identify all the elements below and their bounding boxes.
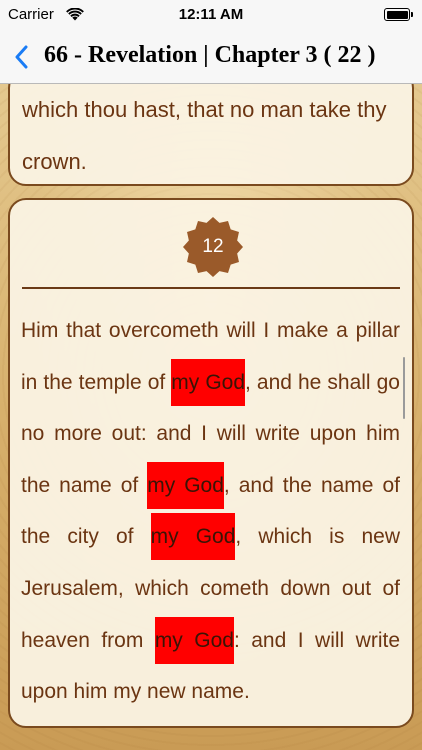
back-button[interactable] bbox=[6, 40, 36, 74]
verse-card-current[interactable]: 12 Him that overcometh will I make a pil… bbox=[8, 198, 414, 728]
clock: 12:11 AM bbox=[178, 6, 244, 23]
highlighted-phrase: my God bbox=[147, 461, 224, 509]
page-title: 66 - Revelation | Chapter 3 ( 22 ) bbox=[44, 42, 376, 68]
previous-verse-text: which thou hast, that no man take thy cr… bbox=[22, 84, 398, 184]
previous-verse-line: which thou hast, that no man take thy bbox=[22, 97, 387, 122]
highlighted-phrase: my God bbox=[154, 616, 234, 664]
scroll-indicator[interactable] bbox=[403, 357, 405, 419]
battery-nub bbox=[411, 12, 413, 17]
verse-number: 12 bbox=[202, 236, 224, 257]
verse-text: Him that overcometh will I make a pillar… bbox=[21, 305, 400, 718]
battery-fill bbox=[386, 10, 408, 19]
battery-icon bbox=[384, 8, 413, 21]
verse-number-badge: 12 bbox=[182, 216, 244, 278]
highlighted-phrase: my God bbox=[171, 358, 246, 406]
chevron-left-icon bbox=[15, 45, 28, 69]
highlighted-phrase: my God bbox=[150, 513, 236, 561]
status-bar: Carrier 12:11 AM bbox=[0, 0, 422, 30]
navigation-bar: 66 - Revelation | Chapter 3 ( 22 ) bbox=[0, 30, 422, 84]
verse-card-previous[interactable]: which thou hast, that no man take thy cr… bbox=[8, 70, 414, 186]
previous-verse-line: crown. bbox=[22, 149, 87, 174]
verse-divider bbox=[22, 287, 400, 289]
